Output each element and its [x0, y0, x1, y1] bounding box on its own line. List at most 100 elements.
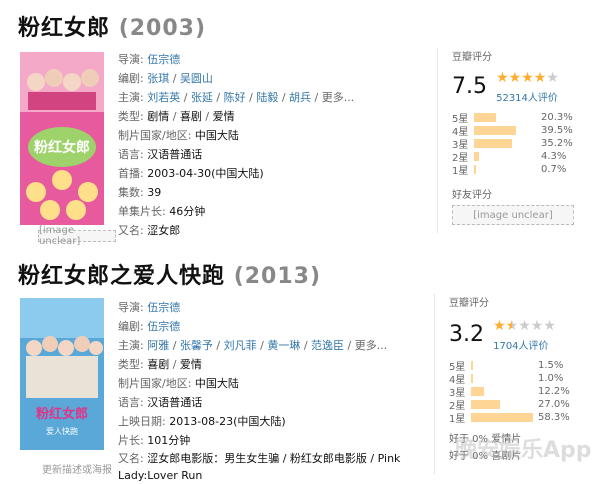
cast-link[interactable]: 阿雅	[147, 339, 169, 352]
release-row: 首播: 2003-04-30(中国大陆)	[118, 167, 264, 180]
cast-link[interactable]: 范逸臣	[311, 339, 344, 352]
rating-bar-fill	[474, 152, 479, 161]
rating-label: 豆瓣评分	[452, 52, 492, 63]
director-row: 导演: 伍宗德	[118, 301, 181, 314]
cast-link[interactable]: 刘凡菲	[224, 339, 257, 352]
rating-bar-track	[471, 400, 535, 409]
rating-bar-percent: 35.2%	[541, 138, 573, 149]
rating-stars: ★★★★★	[496, 70, 559, 86]
language-row: 语言: 汉语普通话	[118, 396, 203, 409]
friends-rating-label: 好友评分	[452, 190, 492, 201]
rating-bar-row: 1星 58.3%	[449, 411, 595, 425]
rating-score: 7.5	[452, 73, 487, 99]
rating-bar-track	[474, 152, 538, 161]
star-icon: ★	[521, 69, 534, 86]
svg-text:粉红女郎: 粉红女郎	[36, 406, 88, 422]
movie-title-2[interactable]: 粉红女郎之爱人快跑 (2013)	[18, 258, 321, 290]
rating-bar-percent: 39.5%	[541, 125, 573, 136]
rating-bar-fill	[474, 165, 476, 174]
movie-info-2: 导演: 伍宗德 编剧: 伍宗德 主演: 阿雅 / 张馨予 / 刘凡菲 / 黄一琳…	[118, 298, 418, 484]
writer-row: 编剧: 张琪 / 吴圆山	[118, 72, 213, 85]
star-icon: ★	[546, 69, 559, 86]
language-row: 语言: 汉语普通话	[118, 148, 203, 161]
cast-more-link[interactable]: 更多...	[355, 339, 388, 352]
star-icon: ★	[518, 317, 531, 334]
rating-bar-fill	[474, 139, 512, 148]
rating-bar-fill	[474, 126, 517, 135]
rating-bar-percent: 12.2%	[538, 386, 570, 397]
title-year: (2013)	[233, 264, 322, 289]
runtime-row: 片长: 101分钟	[118, 434, 191, 447]
writer-link[interactable]: 吴圆山	[180, 72, 213, 85]
cast-row: 主演: 刘若英 / 张延 / 陈好 / 陆毅 / 胡兵 / 更多...	[118, 91, 355, 104]
rating-bar-fill	[471, 374, 473, 383]
rating-bar-track	[474, 165, 538, 174]
star-icon: ★	[508, 69, 522, 86]
rating-bar-track	[471, 413, 535, 422]
poster-image[interactable]: 粉红女郎 爱人快跑	[20, 298, 104, 450]
friends-rating-row-placeholder: [image unclear]	[452, 205, 574, 225]
rating-bar-percent: 58.3%	[538, 412, 570, 423]
writer-link[interactable]: 伍宗德	[147, 320, 180, 333]
movie-title-1[interactable]: 粉红女郎 (2003)	[18, 10, 206, 42]
rating-bar-track	[474, 139, 538, 148]
rating-panel-1: 豆瓣评分 7.5 ★★★★★ 52314人评价 5星 20.3% 4星 39.5% 3星…	[437, 48, 592, 233]
episodes-row: 集数: 39	[118, 186, 162, 199]
aka-row: 又名: 涩女郎电影版：男生女生骗 / 粉红女郎电影版 / Pink Lady:L…	[118, 452, 401, 482]
director-link[interactable]: 伍宗德	[147, 53, 180, 66]
cast-link[interactable]: 刘若英	[147, 91, 180, 104]
cast-link[interactable]: 张延	[191, 91, 213, 104]
cast-link[interactable]: 胡兵	[289, 91, 311, 104]
rating-bar-percent: 1.0%	[538, 373, 564, 384]
star-icon: ★	[530, 317, 544, 334]
cast-link[interactable]: 黄一琳	[267, 339, 300, 352]
rating-count-link[interactable]: 1704人评价	[493, 341, 548, 352]
rating-bar-fill	[471, 387, 484, 396]
star-icon: ★	[493, 317, 506, 334]
region-row: 制片国家/地区: 中国大陆	[118, 129, 239, 142]
poster-art: 粉红女郎	[20, 52, 104, 225]
writer-link[interactable]: 张琪	[147, 72, 169, 85]
rating-label: 豆瓣评分	[449, 298, 489, 309]
writer-row: 编剧: 伍宗德	[118, 320, 181, 333]
rating-bar-track	[474, 113, 538, 122]
star-icon: ★	[505, 317, 519, 334]
cast-link[interactable]: 陆毅	[256, 91, 278, 104]
director-row: 导演: 伍宗德	[118, 53, 181, 66]
rating-bar-track	[471, 387, 535, 396]
poster-caption-1-placeholder: [image unclear]	[38, 225, 116, 247]
rating-bar-track	[471, 361, 535, 370]
rating-bar-percent: 20.3%	[541, 112, 573, 123]
title-year: (2003)	[118, 16, 207, 41]
rating-count-link[interactable]: 52314人评价	[496, 93, 558, 104]
cast-more-link[interactable]: 更多...	[322, 91, 355, 104]
svg-text:爱人快跑: 爱人快跑	[46, 426, 78, 436]
movie-info-1: 导演: 伍宗德 编剧: 张琪 / 吴圆山 主演: 刘若英 / 张延 / 陈好 /…	[118, 50, 354, 240]
title-text[interactable]: 粉红女郎	[18, 16, 110, 41]
rating-bar-fill	[471, 413, 534, 422]
star-icon: ★	[533, 69, 547, 86]
svg-text:粉红女郎: 粉红女郎	[34, 139, 90, 156]
rating-bar-track	[474, 126, 538, 135]
region-row: 制片国家/地区: 中国大陆	[118, 377, 239, 390]
rating-stars: ★★★★★	[493, 318, 556, 334]
rating-bar-percent: 1.5%	[538, 360, 564, 371]
runtime-row: 单集片长: 46分钟	[118, 205, 206, 218]
rating-breakdown: 5星 20.3% 4星 39.5% 3星 35.2% 2星 4.3% 1星 0.7%	[452, 111, 592, 177]
title-text[interactable]: 粉红女郎之爱人快跑	[18, 264, 225, 289]
release-row: 上映日期: 2013-08-23(中国大陆)	[118, 415, 286, 428]
rating-bar-fill	[471, 361, 473, 370]
director-link[interactable]: 伍宗德	[147, 301, 180, 314]
star-icon: ★	[543, 317, 556, 334]
genre-row: 类型: 喜剧 / 爱情	[118, 358, 202, 371]
rating-bar-track	[471, 374, 535, 383]
cast-link[interactable]: 陈好	[224, 91, 246, 104]
poster-caption[interactable]: 更新描述或海报	[42, 461, 112, 476]
rating-score: 3.2	[449, 321, 484, 347]
poster-art: 粉红女郎 爱人快跑	[20, 298, 104, 450]
rating-bar-fill	[471, 400, 500, 409]
rating-breakdown: 5星 1.5% 4星 1.0% 3星 12.2% 2星 27.0% 1星 58.3%	[449, 359, 595, 425]
poster-image[interactable]: 粉红女郎	[20, 52, 104, 225]
cast-link[interactable]: 张馨予	[180, 339, 213, 352]
rating-bar-fill	[474, 113, 496, 122]
